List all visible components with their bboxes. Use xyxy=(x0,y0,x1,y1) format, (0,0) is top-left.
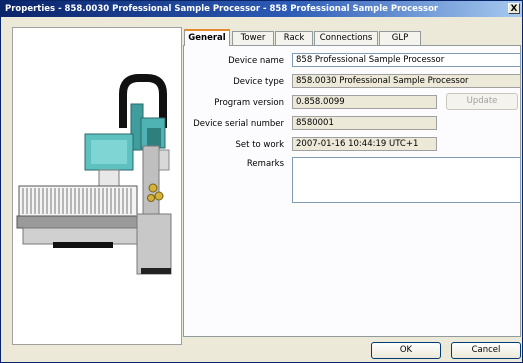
set-to-work-label: Set to work xyxy=(235,140,284,150)
title-bar: Properties - 858.0030 Professional Sampl… xyxy=(1,1,522,17)
sample-processor-illustration xyxy=(16,74,172,275)
serial-number-field: 8580001 xyxy=(292,116,437,130)
remarks-textarea[interactable] xyxy=(292,157,521,203)
device-name-label: Device name xyxy=(228,56,284,66)
device-image-panel xyxy=(12,27,182,345)
program-version-field: 0.858.0099 xyxy=(292,95,437,109)
window-title: Properties - 858.0030 Professional Sampl… xyxy=(5,4,439,14)
tab-general[interactable]: General xyxy=(184,29,230,46)
cancel-button[interactable]: Cancel xyxy=(451,342,521,359)
general-tab-panel: Device name 858 Professional Sample Proc… xyxy=(183,45,521,337)
close-button[interactable]: X xyxy=(508,3,520,14)
tab-connections[interactable]: Connections xyxy=(314,31,378,45)
tab-rack[interactable]: Rack xyxy=(275,31,313,45)
tab-glp[interactable]: GLP xyxy=(379,31,421,45)
serial-number-label: Device serial number xyxy=(193,119,284,129)
device-name-field[interactable]: 858 Professional Sample Processor xyxy=(292,53,521,67)
properties-dialog: Properties - 858.0030 Professional Sampl… xyxy=(0,0,523,363)
tab-tower[interactable]: Tower xyxy=(232,31,274,45)
remarks-label: Remarks xyxy=(246,159,284,169)
ok-button[interactable]: OK xyxy=(371,342,441,359)
device-type-field: 858.0030 Professional Sample Processor xyxy=(292,74,521,88)
program-version-label: Program version xyxy=(214,98,284,108)
device-type-label: Device type xyxy=(233,77,284,87)
update-button[interactable]: Update xyxy=(446,93,518,110)
set-to-work-field: 2007-01-16 10:44:19 UTC+1 xyxy=(292,137,437,151)
